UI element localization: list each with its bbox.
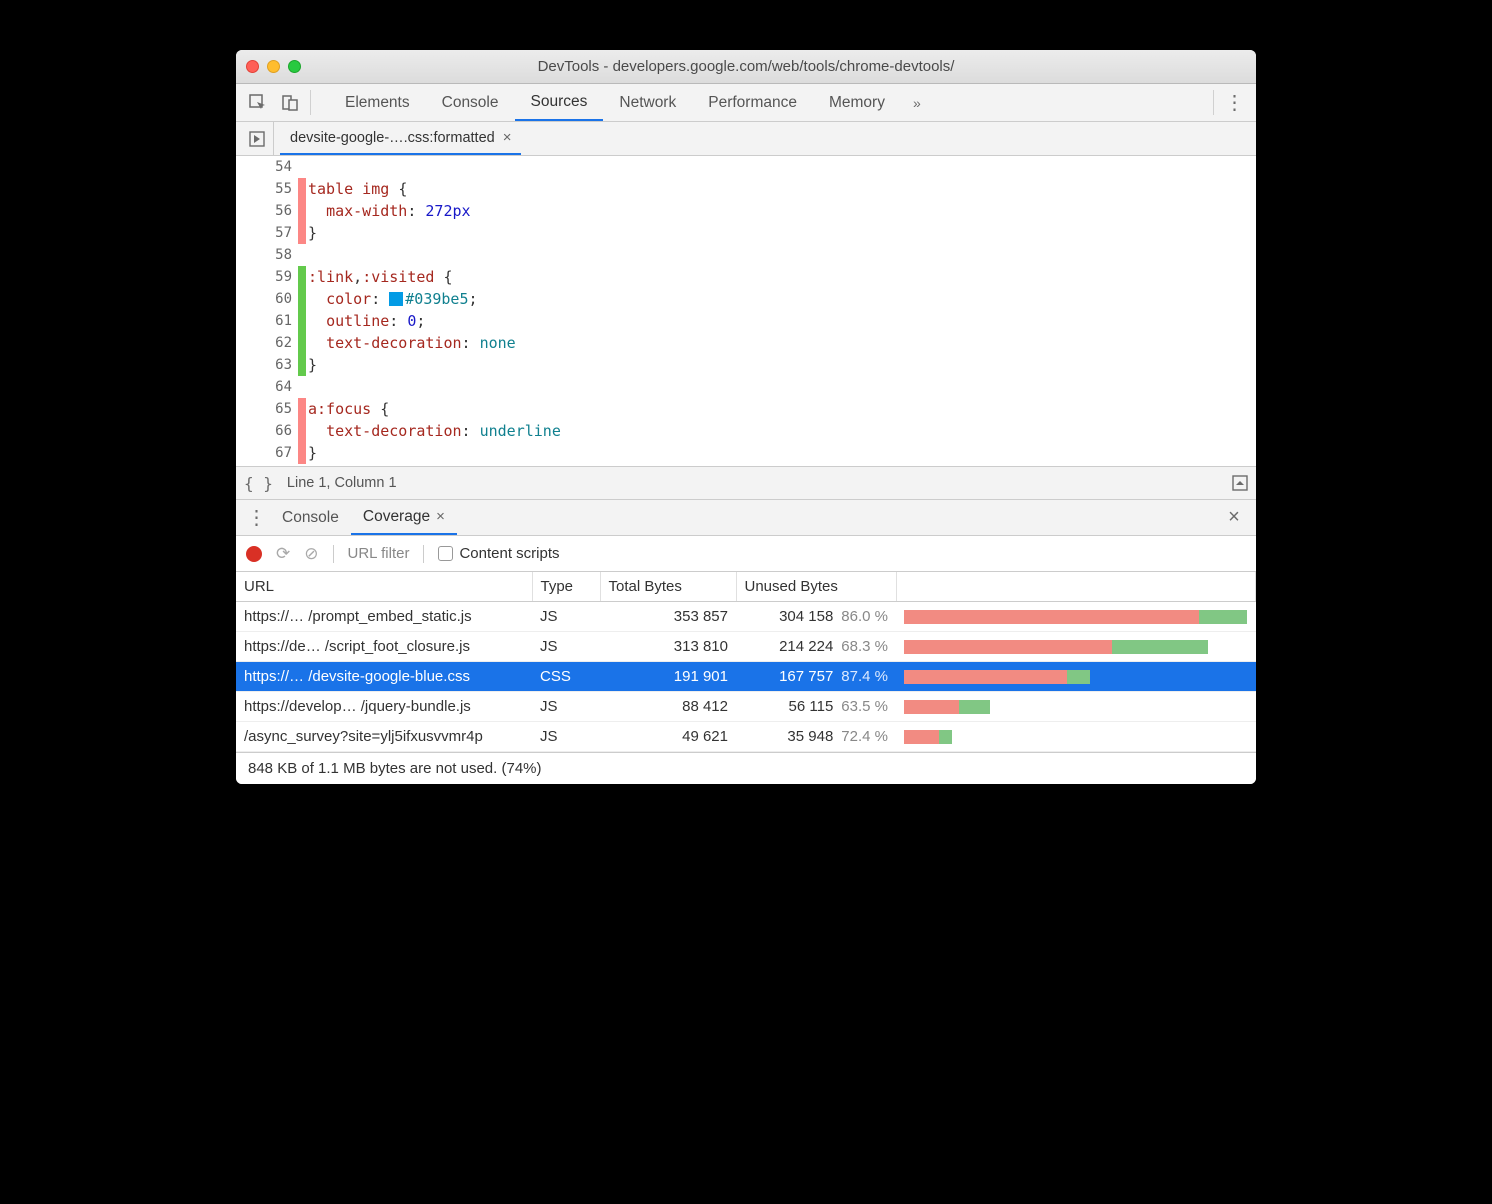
editor-statusbar: { } Line 1, Column 1 [236, 466, 1256, 500]
drawer-tab-console[interactable]: Console [270, 500, 351, 535]
url-filter-input[interactable]: URL filter [348, 545, 410, 562]
reload-icon[interactable]: ⟳ [276, 544, 290, 564]
window-title: DevTools - developers.google.com/web/too… [236, 58, 1256, 75]
drawer-kebab-icon[interactable]: ⋮ [242, 500, 270, 535]
code-line[interactable] [308, 376, 1256, 398]
toolbar-separator [1213, 90, 1214, 115]
coverage-gutter [298, 156, 306, 466]
coverage-row[interactable]: https://… /devsite-google-blue.cssCSS191… [236, 662, 1256, 692]
col-unused-bytes[interactable]: Unused Bytes [736, 572, 896, 602]
code-line[interactable]: text-decoration: underline [308, 420, 1256, 442]
coverage-table: URLTypeTotal BytesUnused Bytes https://…… [236, 572, 1256, 752]
toolbar-separator [423, 545, 424, 563]
line-number-gutter: 545556575859606162636465666768 [236, 156, 298, 466]
titlebar: DevTools - developers.google.com/web/too… [236, 50, 1256, 84]
drawer-tabs: ⋮ ConsoleCoverage× × [236, 500, 1256, 536]
more-tabs-icon[interactable]: » [901, 84, 933, 121]
cursor-position: Line 1, Column 1 [287, 475, 397, 491]
inspect-element-icon[interactable] [242, 84, 274, 121]
toolbar-separator [310, 90, 311, 115]
col-url[interactable]: URL [236, 572, 532, 602]
code-line[interactable]: color: #039be5; [308, 288, 1256, 310]
source-editor[interactable]: 545556575859606162636465666768 table img… [236, 156, 1256, 466]
code-line[interactable]: text-decoration: none [308, 332, 1256, 354]
code-line[interactable] [308, 464, 1256, 466]
code-line[interactable]: :link,:visited { [308, 266, 1256, 288]
code-line[interactable] [308, 156, 1256, 178]
coverage-row[interactable]: https://… /prompt_embed_static.jsJS353 8… [236, 602, 1256, 632]
close-drawer-tab-icon[interactable]: × [436, 508, 445, 525]
content-scripts-checkbox[interactable]: Content scripts [438, 545, 559, 562]
code-line[interactable]: } [308, 442, 1256, 464]
code-line[interactable]: max-width: 272px [308, 200, 1256, 222]
close-file-tab-icon[interactable]: × [503, 129, 512, 146]
devtools-window: DevTools - developers.google.com/web/too… [236, 50, 1256, 784]
clear-icon[interactable]: ⊘ [304, 544, 318, 564]
main-toolbar: ElementsConsoleSourcesNetworkPerformance… [236, 84, 1256, 122]
tab-elements[interactable]: Elements [329, 84, 426, 121]
file-tab[interactable]: devsite-google-….css:formatted × [280, 122, 521, 155]
coverage-toolbar: ⟳ ⊘ URL filter Content scripts [236, 536, 1256, 572]
tab-console[interactable]: Console [426, 84, 515, 121]
pretty-print-icon[interactable]: { } [244, 474, 273, 493]
tab-memory[interactable]: Memory [813, 84, 901, 121]
code-content[interactable]: table img { max-width: 272px} :link,:visi… [306, 156, 1256, 466]
main-tabs: ElementsConsoleSourcesNetworkPerformance… [329, 84, 901, 121]
coverage-row[interactable]: /async_survey?site=ylj5ifxusvvmr4pJS49 6… [236, 722, 1256, 752]
coverage-row[interactable]: https://develop… /jquery-bundle.jsJS88 4… [236, 692, 1256, 722]
coverage-row[interactable]: https://de… /script_foot_closure.jsJS313… [236, 632, 1256, 662]
tab-performance[interactable]: Performance [692, 84, 813, 121]
code-line[interactable]: a:focus { [308, 398, 1256, 420]
drawer-tab-coverage[interactable]: Coverage× [351, 500, 457, 535]
checkbox-icon[interactable] [438, 546, 453, 561]
device-toolbar-icon[interactable] [274, 84, 306, 121]
collapse-panel-icon[interactable] [1232, 475, 1248, 491]
coverage-table-header: URLTypeTotal BytesUnused Bytes [236, 572, 1256, 602]
source-file-tabs: devsite-google-….css:formatted × [236, 122, 1256, 156]
record-button[interactable] [246, 546, 262, 562]
tab-sources[interactable]: Sources [515, 84, 604, 121]
code-line[interactable]: } [308, 222, 1256, 244]
col-type[interactable]: Type [532, 572, 600, 602]
code-line[interactable] [308, 244, 1256, 266]
settings-kebab-icon[interactable]: ⋮ [1218, 84, 1250, 121]
toolbar-separator [333, 545, 334, 563]
code-line[interactable]: table img { [308, 178, 1256, 200]
close-drawer-icon[interactable]: × [1218, 500, 1250, 535]
code-line[interactable]: } [308, 354, 1256, 376]
navigator-toggle-icon[interactable] [240, 122, 274, 155]
tab-network[interactable]: Network [603, 84, 692, 121]
col-total-bytes[interactable]: Total Bytes [600, 572, 736, 602]
code-line[interactable]: outline: 0; [308, 310, 1256, 332]
file-tab-label: devsite-google-….css:formatted [290, 130, 495, 146]
coverage-summary: 848 KB of 1.1 MB bytes are not used. (74… [236, 752, 1256, 784]
